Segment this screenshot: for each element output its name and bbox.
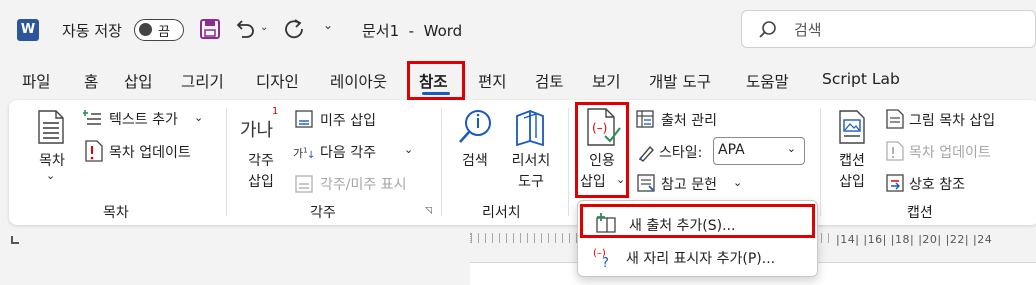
manage-sources-icon	[635, 109, 655, 129]
show-notes-button: 각주/미주 표시	[320, 177, 407, 193]
next-footnote-button[interactable]: 다음 각주	[320, 142, 376, 162]
style-label: 스타일:	[659, 145, 703, 161]
researcher-label-2[interactable]: 도구	[502, 171, 560, 191]
bibliography-icon	[636, 173, 656, 193]
title-bar: W 자동 저장 끔 ⌄ ⌄ 문서1 - Word 검색	[0, 0, 1036, 62]
add-new-placeholder-item[interactable]: (–) ? 새 자리 표시자 추가(P)...	[580, 240, 815, 274]
insert-caption-icon	[838, 110, 866, 144]
insert-citation-dropdown-icon[interactable]: ⌄	[616, 173, 625, 186]
tab-file[interactable]: 파일	[22, 70, 51, 92]
next-footnote-icon: 가1	[293, 146, 308, 160]
insert-citation-label-2[interactable]: 삽입	[580, 171, 606, 191]
group-separator	[568, 108, 569, 216]
group-separator	[441, 108, 442, 216]
tab-selector-icon[interactable]	[11, 236, 19, 244]
add-new-source-label: 새 출처 추가(S)...	[629, 218, 736, 234]
insert-citation-icon: (–)	[585, 108, 621, 146]
save-icon[interactable]	[199, 18, 221, 40]
tab-draw[interactable]: 그리기	[181, 70, 224, 92]
tab-layout[interactable]: 레이아웃	[330, 70, 387, 92]
autosave-toggle[interactable]: 끔	[134, 19, 184, 41]
update-figures-table-button: 목차 업데이트	[909, 145, 991, 161]
toc-button-label[interactable]: 목차	[35, 150, 69, 170]
tab-developer[interactable]: 개발 도구	[649, 70, 711, 92]
customize-qat-icon[interactable]: ⌄	[323, 18, 333, 32]
insert-caption-label-1[interactable]: 캡션	[831, 150, 873, 170]
cross-reference-button[interactable]: 상호 참조	[909, 174, 965, 194]
next-footnote-dropdown-icon[interactable]: ⌄	[404, 143, 413, 156]
captions-group-label: 캡션	[907, 205, 933, 221]
tab-review[interactable]: 검토	[535, 70, 564, 92]
add-text-dropdown-icon[interactable]: ⌄	[194, 111, 203, 124]
search-box[interactable]: 검색	[741, 10, 1036, 48]
tab-script-lab[interactable]: Script Lab	[822, 70, 900, 88]
tab-mailings[interactable]: 편지	[478, 70, 507, 92]
tab-home[interactable]: 홈	[84, 70, 98, 92]
insert-footnote-icon: 가나	[240, 120, 274, 141]
bibliography-dropdown-icon[interactable]: ⌄	[733, 176, 742, 189]
autosave-label: 자동 저장	[62, 22, 122, 40]
ruler-numbers: |14| |16| |18| |20| |22| |24	[836, 233, 993, 246]
tab-references[interactable]: 참조	[419, 70, 448, 92]
svg-text:?: ?	[602, 256, 609, 269]
toc-dropdown-icon[interactable]: ⌄	[46, 169, 55, 182]
footnote-number-icon: 1	[272, 106, 279, 117]
manage-sources-button[interactable]: 출처 관리	[661, 110, 717, 130]
undo-dropdown-icon[interactable]: ⌄	[260, 22, 268, 33]
search-icon	[758, 20, 778, 40]
tab-insert[interactable]: 삽입	[124, 70, 153, 92]
svg-text:(–): (–)	[592, 121, 607, 135]
insert-footnote-label-1[interactable]: 각주	[238, 150, 284, 170]
insert-footnote-label-2[interactable]: 삽입	[238, 171, 284, 191]
active-tab-indicator	[422, 92, 450, 95]
table-of-contents-icon	[37, 110, 65, 144]
insert-table-of-figures-button[interactable]: 그림 목차 삽입	[909, 110, 995, 130]
tab-view[interactable]: 보기	[592, 70, 621, 92]
search-placeholder: 검색	[794, 21, 822, 39]
chevron-down-icon: ⌄	[786, 142, 796, 155]
group-separator	[820, 108, 821, 216]
toc-group-label: 목차	[103, 205, 129, 221]
update-toc-button[interactable]: 목차 업데이트	[109, 142, 191, 162]
citation-style-select[interactable]: APA ⌄	[713, 137, 805, 165]
style-icon	[637, 142, 657, 162]
insert-citation-label-1[interactable]: 인용	[577, 150, 627, 170]
toggle-knob	[139, 23, 152, 36]
researcher-icon	[512, 108, 548, 146]
insert-endnote-icon	[294, 109, 314, 129]
autosave-state: 끔	[158, 25, 170, 40]
insert-citation-menu: 새 출처 추가(S)... (–) ? 새 자리 표시자 추가(P)...	[577, 200, 818, 277]
search-pane-button[interactable]: 검색	[462, 150, 488, 170]
update-figures-table-icon	[885, 141, 905, 161]
tab-design[interactable]: 디자인	[256, 70, 299, 92]
citation-style-value: APA	[718, 142, 745, 158]
add-new-source-item[interactable]: 새 출처 추가(S)...	[580, 204, 815, 238]
researcher-label-1[interactable]: 리서치	[502, 150, 560, 170]
footnotes-dialog-launcher-icon[interactable]: ◹	[425, 206, 432, 216]
placeholder-icon: (–) ?	[592, 245, 616, 269]
update-table-icon	[84, 140, 104, 162]
add-text-icon	[83, 108, 103, 128]
add-source-icon	[595, 212, 619, 236]
add-new-placeholder-label: 새 자리 표시자 추가(P)...	[626, 251, 776, 267]
insert-table-of-figures-icon	[885, 109, 905, 129]
document-title: 문서1 - Word	[362, 22, 463, 40]
footnotes-group-label: 각주	[310, 205, 336, 221]
insert-endnote-button[interactable]: 미주 삽입	[320, 110, 376, 130]
cross-reference-icon	[885, 173, 905, 193]
add-text-button[interactable]: 텍스트 추가	[109, 109, 178, 129]
show-notes-icon	[294, 174, 314, 194]
redo-icon[interactable]	[282, 17, 306, 41]
tab-help[interactable]: 도움말	[746, 70, 789, 92]
insert-caption-label-2[interactable]: 삽입	[831, 171, 873, 191]
next-footnote-arrow-icon: ↓	[307, 150, 316, 161]
group-separator	[226, 108, 227, 216]
undo-icon[interactable]	[233, 17, 257, 41]
research-group-label: 리서치	[482, 205, 521, 221]
bibliography-button[interactable]: 참고 문헌	[661, 174, 717, 194]
word-app-icon: W	[17, 19, 39, 41]
search-pane-icon	[457, 108, 493, 146]
